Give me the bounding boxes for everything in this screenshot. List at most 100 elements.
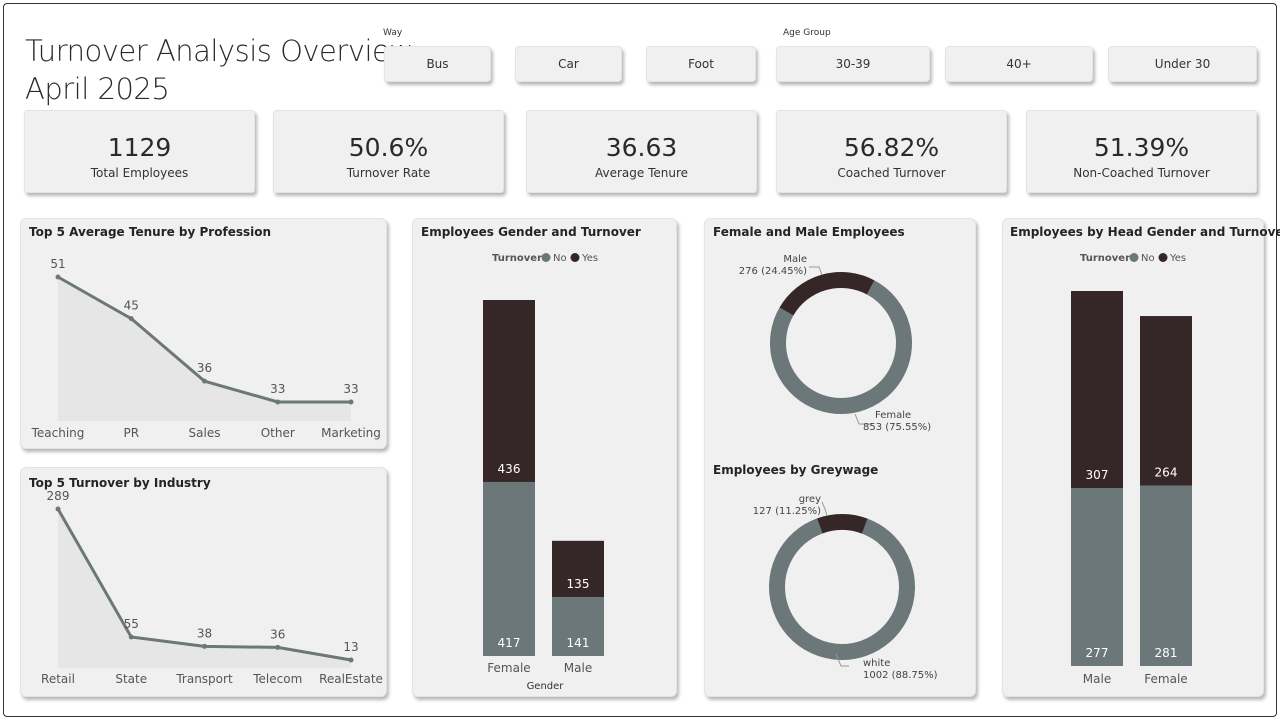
head-gender-turnover-panel: Employees by Head Gender and Turnover Tu… bbox=[1002, 218, 1280, 697]
title-line-2: April 2025 bbox=[25, 72, 170, 106]
area-fill bbox=[58, 277, 351, 421]
kpi-card-total-employees: 1129 Total Employees bbox=[24, 110, 255, 193]
data-label: 51 bbox=[50, 257, 65, 271]
legend-marker bbox=[570, 253, 580, 262]
category-label: Telecom bbox=[252, 672, 302, 686]
data-label: 277 bbox=[1086, 646, 1109, 660]
data-label: 36 bbox=[197, 361, 212, 375]
kpi-label: Non-Coached Turnover bbox=[1073, 166, 1210, 180]
age-option-30-39[interactable]: 30-39 bbox=[776, 46, 930, 82]
bar-segment-yes bbox=[1071, 291, 1123, 489]
way-slicer-label: Way bbox=[383, 28, 403, 38]
data-label: 33 bbox=[343, 382, 358, 396]
category-label: Sales bbox=[189, 426, 221, 440]
kpi-card-non-coached-turnover: 51.39% Non-Coached Turnover bbox=[1026, 110, 1257, 193]
kpi-card-coached-turnover: 56.82% Coached Turnover bbox=[776, 110, 1007, 193]
legend-label: Yes bbox=[581, 253, 598, 264]
category-label: Marketing bbox=[321, 426, 381, 440]
data-point bbox=[128, 634, 134, 640]
legend-marker bbox=[1129, 253, 1139, 262]
kpi-value: 56.82% bbox=[843, 133, 940, 162]
way-option-car[interactable]: Car bbox=[515, 46, 622, 82]
kpi-label: Coached Turnover bbox=[837, 166, 946, 180]
kpi-label: Average Tenure bbox=[594, 166, 689, 180]
kpi-value: 36.63 bbox=[605, 133, 678, 162]
data-label: 38 bbox=[197, 626, 212, 640]
donut-charts: Male276 (24.45%) Female853 (75.55%) grey12… bbox=[739, 254, 938, 681]
turnover-by-industry-panel: Top 5 Turnover by Industry 289 Retail 55 St… bbox=[20, 467, 387, 697]
data-label: 264 bbox=[1155, 466, 1178, 480]
leader-line bbox=[809, 266, 823, 276]
slice-value: 276 (24.45%) bbox=[739, 266, 807, 277]
kpi-card-average-tenure: 36.63 Average Tenure bbox=[526, 110, 757, 193]
bar-segment-yes bbox=[1140, 316, 1192, 486]
kpi-label: Turnover Rate bbox=[346, 166, 431, 180]
data-label: 436 bbox=[498, 462, 521, 476]
age-option-under-30[interactable]: Under 30 bbox=[1108, 46, 1257, 82]
donut-group bbox=[770, 271, 912, 414]
bar-segment-yes bbox=[483, 300, 535, 482]
data-point bbox=[202, 643, 207, 649]
tenure-area-chart: 51 Teaching 45 PR 36 Sales 33 Other 33 Marketing bbox=[31, 257, 381, 440]
data-label: 13 bbox=[343, 640, 358, 654]
way-option-bus[interactable]: Bus bbox=[384, 46, 491, 82]
gender-turnover-panel: Employees Gender and Turnover Turnover No… bbox=[412, 218, 677, 697]
data-point bbox=[55, 506, 61, 512]
category-label: Male bbox=[564, 661, 592, 675]
slice-value: 1002 (88.75%) bbox=[863, 670, 938, 681]
bar-segment-no bbox=[1140, 485, 1192, 666]
data-point bbox=[202, 378, 207, 384]
slice-name: Female bbox=[875, 410, 911, 421]
slice-name: grey bbox=[799, 494, 821, 505]
data-point bbox=[275, 644, 281, 650]
industry-area-chart: 289 Retail 55 State 38 Transport 36 Telecom 13 Re… bbox=[41, 489, 383, 686]
bar-segment-no bbox=[1071, 488, 1123, 666]
slice-value: 853 (75.55%) bbox=[863, 422, 931, 433]
category-label: Female bbox=[487, 661, 530, 675]
data-point bbox=[128, 316, 134, 322]
category-label: State bbox=[115, 672, 147, 686]
category-label: Teaching bbox=[31, 426, 85, 440]
legend-label: Yes bbox=[1169, 253, 1186, 264]
data-label: 135 bbox=[567, 577, 590, 591]
slice-name: white bbox=[863, 658, 890, 669]
data-point bbox=[55, 274, 61, 280]
legend-title: Turnover bbox=[1080, 253, 1130, 264]
donut-group bbox=[769, 514, 915, 660]
category-label: Transport bbox=[175, 672, 233, 686]
legend-marker bbox=[541, 253, 551, 262]
slice-value: 127 (11.25%) bbox=[753, 506, 821, 517]
data-label: 417 bbox=[498, 636, 521, 650]
data-label: 33 bbox=[270, 382, 285, 396]
way-option-foot[interactable]: Foot bbox=[646, 46, 756, 82]
head-gender-stacked-bar-chart: Turnover No Yes 277 307 Male 281 264 Female bbox=[1071, 253, 1192, 686]
data-point bbox=[348, 657, 354, 663]
data-label: 55 bbox=[124, 617, 139, 631]
category-label: Retail bbox=[41, 672, 75, 686]
donut-charts-panel: Female and Male Employees Employees by G… bbox=[704, 218, 976, 697]
legend-title: Turnover bbox=[492, 253, 542, 264]
x-axis-title: Gender bbox=[527, 681, 565, 692]
data-label: 307 bbox=[1086, 468, 1109, 482]
leader-line bbox=[821, 501, 828, 517]
data-label: 36 bbox=[270, 627, 285, 641]
category-label: Male bbox=[1083, 672, 1111, 686]
data-label: 289 bbox=[47, 489, 70, 503]
age-group-slicer-label: Age Group bbox=[783, 28, 831, 38]
category-label: RealEstate bbox=[319, 672, 383, 686]
legend-marker bbox=[1158, 253, 1168, 262]
category-label: PR bbox=[123, 426, 139, 440]
bar-segment-no bbox=[483, 481, 535, 656]
kpi-label: Total Employees bbox=[90, 166, 189, 180]
slice-name: Male bbox=[783, 254, 807, 265]
age-option-40-plus[interactable]: 40+ bbox=[945, 46, 1093, 82]
legend-label: No bbox=[1141, 253, 1155, 264]
kpi-value: 51.39% bbox=[1093, 133, 1190, 162]
data-point bbox=[275, 399, 281, 405]
data-point bbox=[348, 399, 354, 405]
title-line-1: Turnover Analysis Overview bbox=[25, 34, 413, 68]
page-title: Turnover Analysis Overview April 2025 bbox=[25, 32, 413, 108]
tenure-by-profession-panel: Top 5 Average Tenure by Profession 51 Tea… bbox=[20, 218, 387, 449]
kpi-card-turnover-rate: 50.6% Turnover Rate bbox=[273, 110, 504, 193]
category-label: Female bbox=[1144, 672, 1187, 686]
